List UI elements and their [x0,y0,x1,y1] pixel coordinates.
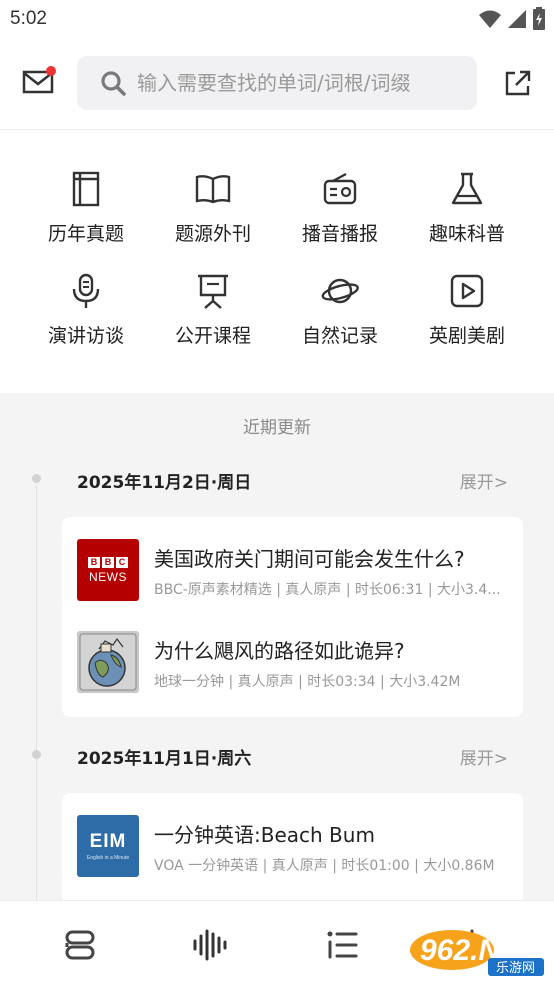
day-date: 2025年11月2日·周日 [77,473,252,493]
news-title: 为什么飓风的路径如此诡异? [154,639,405,663]
category-past-exams[interactable]: 历年真题 [21,169,151,269]
news-meta: VOA 一分钟英语 | 真人原声 | 时长01:00 | 大小0.86M [154,858,495,874]
category-journals[interactable]: 题源外刊 [148,169,278,269]
microphone-icon [72,273,100,308]
news-meta: 地球一分钟 | 真人原声 | 时长03:34 | 大小3.42M [154,674,461,690]
status-time: 5:02 [10,8,47,29]
category-label: 英剧美剧 [428,325,505,347]
eim-logo-subtext: English in a Minute [86,855,130,861]
radio-icon [323,172,357,205]
category-label: 题源外刊 [174,223,251,245]
category-label: 播音播报 [301,223,378,245]
share-icon[interactable] [502,68,532,98]
section-title: 近期更新 [243,418,311,438]
mail-button[interactable] [18,62,58,102]
eim-logo-text: EIM [89,831,127,852]
news-title: 一分钟英语:Beach Bum [154,823,375,847]
news-title: 美国政府关门期间可能会发生什么? [154,547,465,571]
list-item[interactable]: 为什么飓风的路径如此诡异? 地球一分钟 | 真人原声 | 时长03:34 | 大… [77,631,517,701]
category-label: 公开课程 [174,325,251,347]
tab-audio-waveform-icon[interactable] [190,925,230,965]
category-broadcast[interactable]: 播音播报 [275,169,405,269]
category-label: 趣味科普 [428,223,505,245]
day-card: EIM English in a Minute 一分钟英语:Beach Bum … [62,793,523,900]
category-nature[interactable]: 自然记录 [275,271,405,371]
globe-icon [79,633,137,691]
expand-button[interactable]: 展开> [460,468,508,493]
signal-icon [508,10,526,28]
recent-updates: 近期更新 2025年11月2日·周日 展开> BBC NEWS 美国政府关门期间… [0,393,554,900]
watermark-logo: 962.NET 乐游网 [406,924,548,980]
bbc-news-thumbnail: BBC NEWS [77,539,139,601]
day-card: BBC NEWS 美国政府关门期间可能会发生什么? BBC-原声素材精选 | 真… [62,517,523,717]
category-science[interactable]: 趣味科普 [402,169,532,269]
list-item[interactable]: EIM English in a Minute 一分钟英语:Beach Bum … [77,815,517,885]
book-spine-icon [72,171,100,207]
expand-button[interactable]: 展开> [460,744,508,769]
category-open-courses[interactable]: 公开课程 [148,271,278,371]
bbc-news-text: NEWS [89,569,127,584]
category-tv-series[interactable]: 英剧美剧 [402,271,532,371]
planet-icon [321,278,359,304]
bbc-logo: BBC [88,556,128,568]
search-icon [101,71,126,96]
news-meta: BBC-原声素材精选 | 真人原声 | 时长06:31 | 大小3.4... [154,582,501,598]
category-label: 自然记录 [301,325,378,347]
battery-icon [533,7,545,30]
tab-list-icon[interactable] [322,925,362,965]
earth-thumbnail [77,631,139,693]
open-book-icon [195,175,231,204]
flask-icon [451,172,483,205]
search-bar[interactable] [77,56,477,110]
status-bar: 5:02 [0,0,554,38]
header [0,38,554,130]
search-input[interactable] [137,71,457,95]
notification-dot [46,66,56,76]
timeline-dot [32,750,41,759]
presentation-icon [198,274,228,309]
category-speeches[interactable]: 演讲访谈 [21,271,151,371]
category-label: 历年真题 [47,223,124,245]
category-label: 演讲访谈 [47,325,124,347]
timeline-dot [32,474,41,483]
list-item[interactable]: BBC NEWS 美国政府关门期间可能会发生什么? BBC-原声素材精选 | 真… [77,539,517,609]
tab-library-icon[interactable] [60,925,100,965]
watermark-icon: 962.NET 乐游网 [410,930,544,976]
wifi-icon [479,10,501,28]
category-grid: 历年真题 题源外刊 播音播报 趣味科普 演讲访谈 公开课程 自然记录 英剧美剧 [0,131,554,393]
timeline-line [36,485,37,900]
eim-thumbnail: EIM English in a Minute [77,815,139,877]
day-date: 2025年11月1日·周六 [77,749,252,769]
play-icon [450,274,484,308]
status-icons [478,6,546,32]
watermark-subtext: 乐游网 [496,961,535,976]
